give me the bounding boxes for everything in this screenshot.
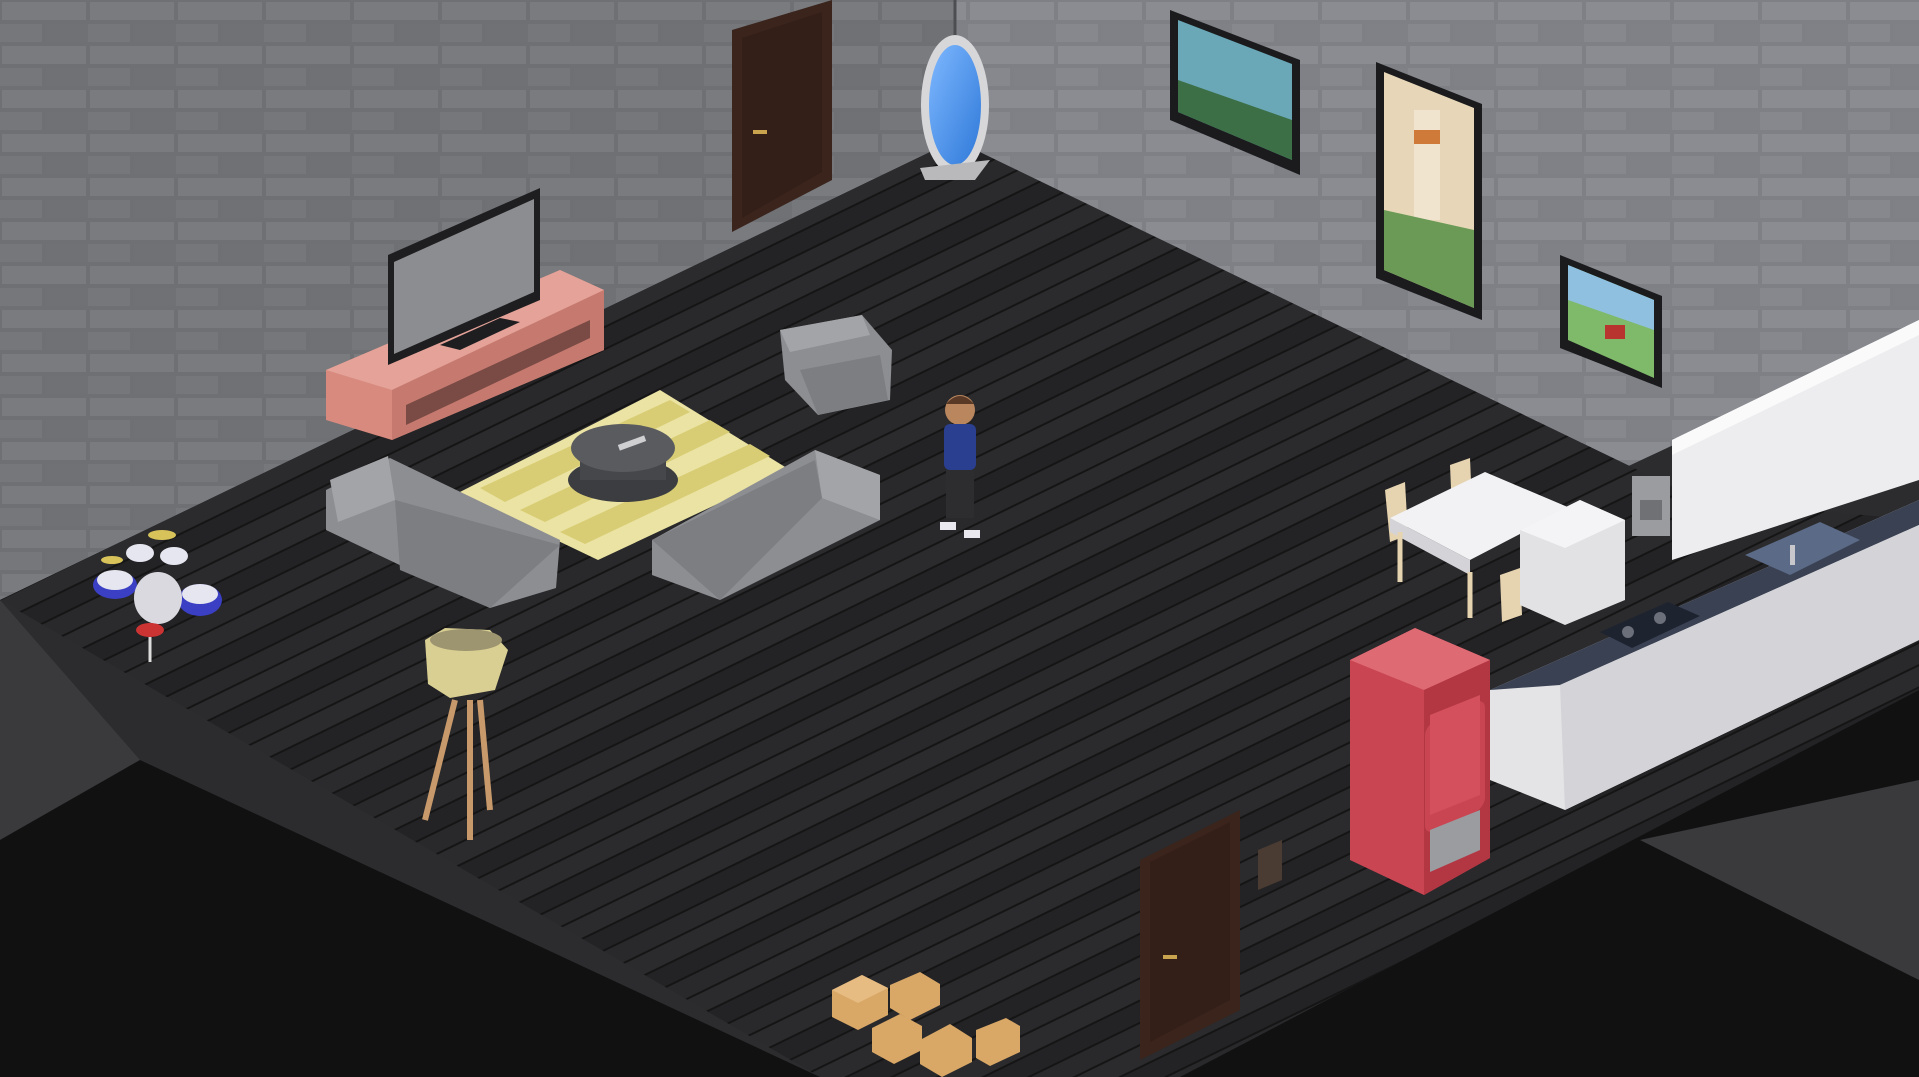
red-refrigerator[interactable] (1350, 628, 1490, 895)
coffee-maker[interactable] (1632, 476, 1670, 536)
painting-lighthouse[interactable] (1376, 62, 1482, 320)
game-viewport[interactable] (0, 0, 1919, 1077)
coffee-table[interactable] (568, 424, 678, 502)
